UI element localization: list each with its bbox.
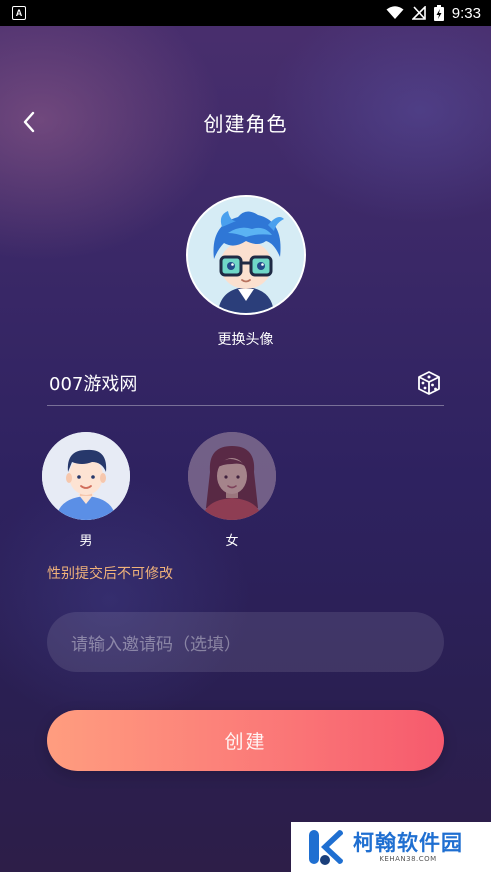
gender-note: 性别提交后不可修改	[47, 566, 173, 582]
gender-label-female: 女	[225, 534, 239, 549]
status-bar-right: 9:33	[386, 5, 481, 22]
gender-option-male[interactable]: 男	[42, 432, 130, 549]
female-avatar-icon	[188, 432, 276, 520]
change-avatar-button[interactable]: 更换头像	[0, 329, 491, 349]
battery-charging-icon	[433, 5, 444, 21]
invite-code-input[interactable]: 请输入邀请码（选填）	[47, 612, 444, 672]
watermark: 柯翰软件园 KEHAN38.COM	[291, 822, 491, 872]
random-name-button[interactable]	[414, 368, 444, 398]
watermark-text: 柯翰软件园 KEHAN38.COM	[353, 831, 463, 863]
watermark-title: 柯翰软件园	[353, 831, 463, 855]
status-time: 9:33	[451, 4, 481, 22]
dice-icon	[418, 370, 440, 395]
kehan-logo-icon	[309, 830, 343, 865]
name-field[interactable]: 007游戏网	[47, 360, 444, 406]
create-button[interactable]: 创建	[47, 710, 444, 771]
no-signal-icon	[411, 6, 426, 20]
status-bar-left: A	[12, 6, 26, 20]
watermark-subtitle: KEHAN38.COM	[379, 855, 437, 863]
male-avatar	[42, 432, 130, 520]
page-title: 创建角色	[203, 112, 288, 136]
app-notification-icon: A	[12, 6, 26, 20]
character-avatar-image	[188, 197, 304, 313]
wifi-icon	[386, 6, 404, 19]
female-avatar	[188, 432, 276, 520]
male-avatar-icon	[42, 432, 130, 520]
gender-label-male: 男	[79, 534, 93, 549]
avatar[interactable]	[186, 195, 306, 315]
status-bar: A 9:33	[0, 0, 491, 26]
gender-option-female[interactable]: 女	[188, 432, 276, 549]
name-input[interactable]: 007游戏网	[47, 370, 137, 396]
